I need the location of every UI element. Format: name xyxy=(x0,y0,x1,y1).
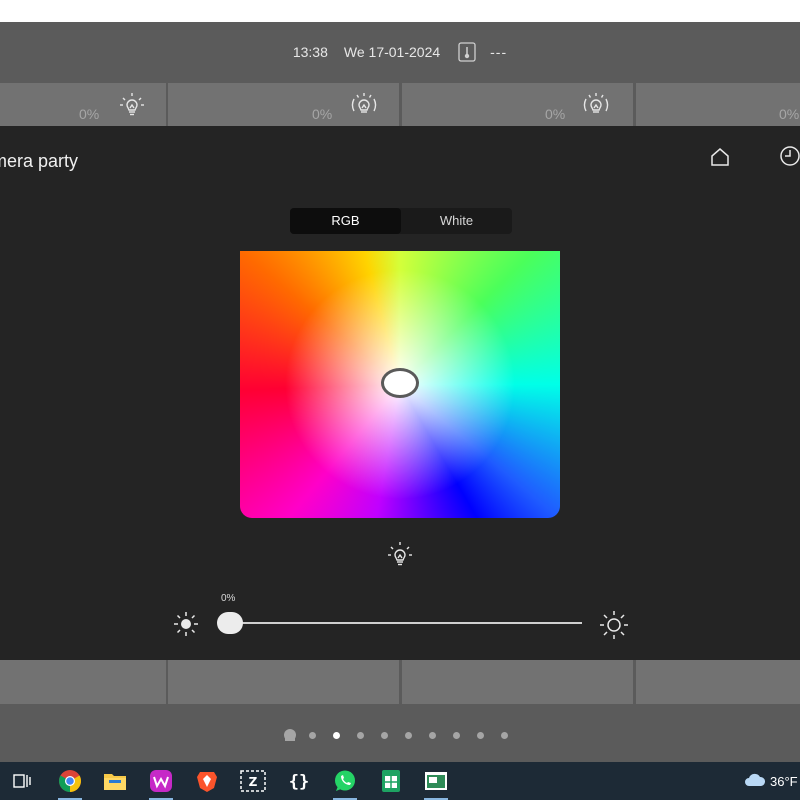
clock-icon xyxy=(780,146,800,166)
brightness-low-icon xyxy=(172,610,200,643)
code-editor-button[interactable]: {} xyxy=(279,762,319,800)
brave-icon xyxy=(197,772,217,792)
folder-icon xyxy=(104,774,126,790)
status-temperature: --- xyxy=(490,44,508,60)
brave-browser-button[interactable] xyxy=(187,762,227,800)
status-bar: 13:38 We 17-01-2024 --- xyxy=(0,22,800,82)
brightness-slider-handle[interactable] xyxy=(217,612,243,634)
zotero-button[interactable]: Z xyxy=(233,762,273,800)
light-tile[interactable]: 0% xyxy=(636,83,800,127)
device-tile[interactable] xyxy=(402,660,633,704)
device-tile[interactable] xyxy=(636,660,800,704)
thermometer-icon xyxy=(458,42,476,62)
spreadsheet-icon xyxy=(382,770,400,792)
top-tiles: 0% 0% 0% 0% xyxy=(0,83,800,127)
wps-office-button[interactable] xyxy=(141,762,181,800)
light-level: 0% xyxy=(312,106,333,122)
page-dot[interactable] xyxy=(477,731,484,739)
color-picker-handle[interactable] xyxy=(381,368,419,398)
device-tile[interactable] xyxy=(168,660,399,704)
page-dot[interactable] xyxy=(309,731,316,739)
sheets-button[interactable] xyxy=(371,762,411,800)
light-tile[interactable]: 0% xyxy=(402,83,633,127)
status-date: We 17-01-2024 xyxy=(343,44,441,60)
chrome-taskbar-button[interactable] xyxy=(50,762,90,800)
task-view-button[interactable] xyxy=(2,762,42,800)
wps-icon xyxy=(150,770,172,792)
whatsapp-button[interactable] xyxy=(325,762,365,800)
brightness-slider-track[interactable] xyxy=(232,622,582,624)
tab-white[interactable]: White xyxy=(401,208,512,234)
page-indicator xyxy=(284,728,525,742)
light-level: 0% xyxy=(79,106,100,122)
home-icon xyxy=(711,148,729,166)
active-app-button[interactable] xyxy=(416,762,456,800)
color-mode-switch: RGB White xyxy=(290,208,512,234)
page-dot[interactable] xyxy=(381,731,388,739)
brightness-value: 0% xyxy=(221,593,236,604)
brightness-high-icon xyxy=(599,610,629,645)
chrome-icon xyxy=(59,770,81,792)
bottom-tiles xyxy=(0,660,800,704)
cloud-icon xyxy=(744,772,766,791)
page-dot-active[interactable] xyxy=(333,731,340,739)
file-explorer-button[interactable] xyxy=(95,762,135,800)
page-dot[interactable] xyxy=(429,731,436,739)
device-tile[interactable] xyxy=(0,660,166,704)
lightbulb-icon xyxy=(385,539,415,576)
svg-text:Z: Z xyxy=(249,775,258,789)
spotlight-icon xyxy=(578,90,614,125)
weather-temperature: 36°F xyxy=(770,773,798,789)
light-tile[interactable]: 0% xyxy=(0,83,166,127)
schedule-button[interactable] xyxy=(779,145,800,172)
page-dot[interactable] xyxy=(405,731,412,739)
braces-icon: {} xyxy=(289,772,309,792)
window-icon xyxy=(425,772,447,790)
light-tile[interactable]: 0% xyxy=(168,83,399,127)
page-dot[interactable] xyxy=(453,731,460,739)
dialog-title: mera party xyxy=(0,151,79,171)
light-level: 0% xyxy=(545,106,566,122)
svg-text:{}: {} xyxy=(289,772,309,792)
page-dot[interactable] xyxy=(501,731,508,739)
page-dot[interactable] xyxy=(357,731,364,739)
weather-widget[interactable]: 36°F xyxy=(744,762,798,800)
home-button[interactable] xyxy=(709,146,731,173)
home-page-dot[interactable] xyxy=(284,729,296,741)
light-level: 0% xyxy=(779,106,800,122)
tab-rgb[interactable]: RGB xyxy=(290,208,401,234)
task-view-icon xyxy=(13,774,31,788)
whatsapp-icon xyxy=(335,770,355,791)
windows-taskbar: Z {} 36°F xyxy=(0,762,800,800)
spotlight-icon xyxy=(346,90,382,125)
zotero-icon: Z xyxy=(240,770,266,792)
status-time: 13:38 xyxy=(292,44,328,60)
lightbulb-icon xyxy=(118,90,146,125)
